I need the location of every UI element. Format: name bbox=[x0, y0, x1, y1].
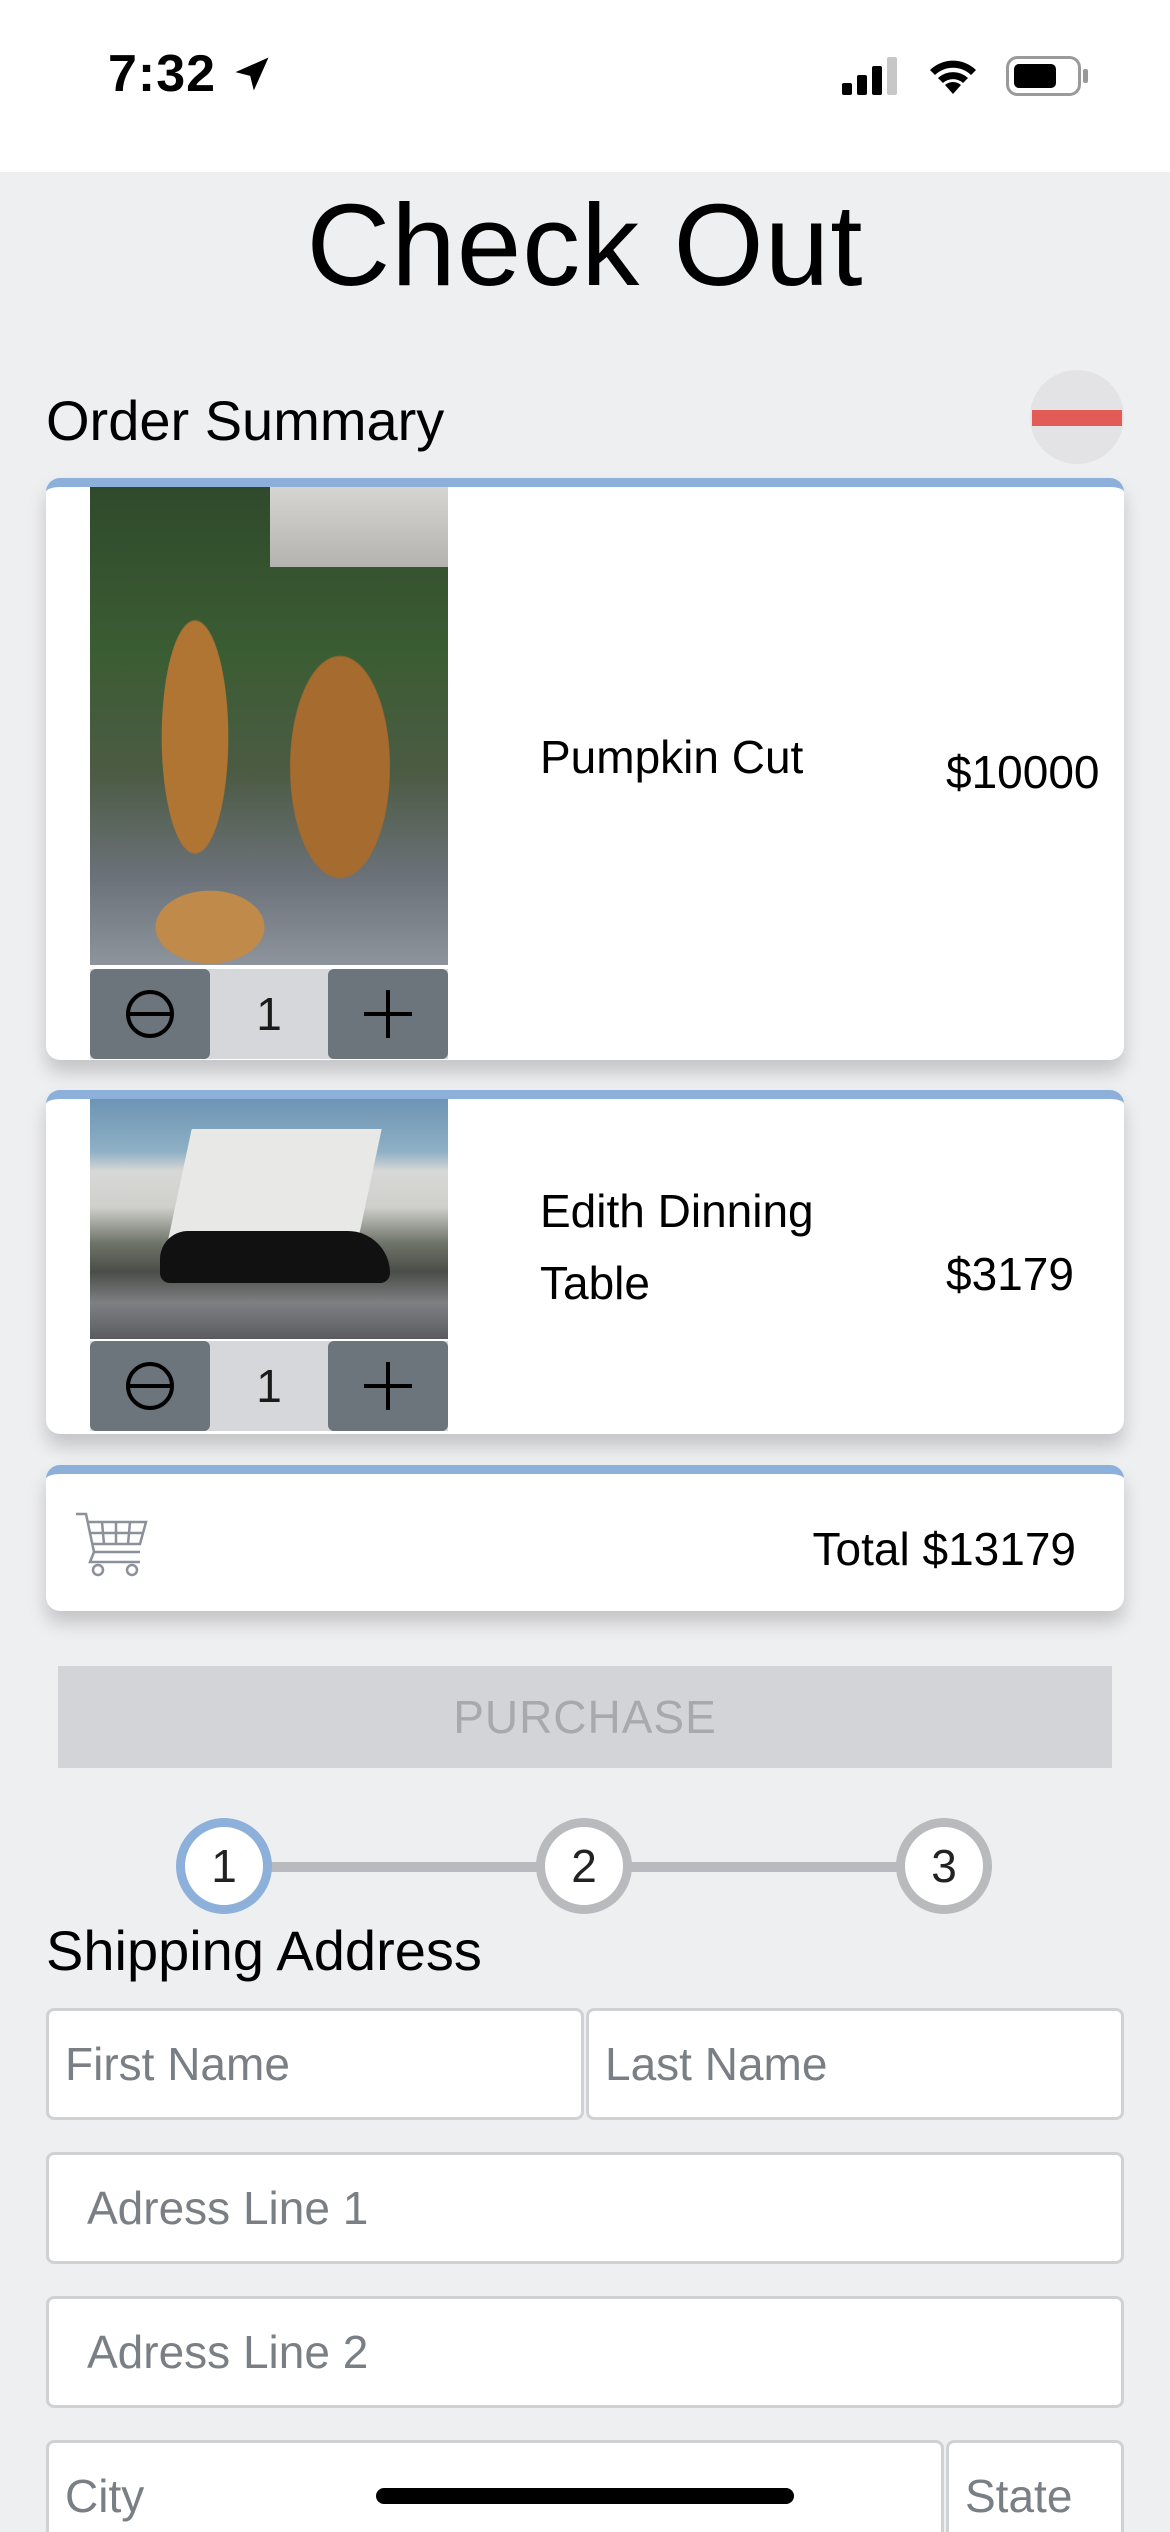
clock-text: 7:32 bbox=[108, 45, 217, 103]
product-price: $10000 bbox=[946, 746, 1100, 798]
step-1[interactable]: 1 bbox=[176, 1818, 272, 1914]
cart-icon bbox=[76, 1512, 148, 1577]
minus-circle-icon bbox=[126, 1362, 174, 1410]
battery-icon bbox=[1006, 56, 1088, 96]
address-line-1-field[interactable]: Adress Line 1 bbox=[46, 2152, 1124, 2264]
status-bar: 7:32 bbox=[0, 0, 1170, 172]
product-price: $3179 bbox=[946, 1248, 1074, 1300]
decrease-quantity-button[interactable] bbox=[90, 1341, 210, 1431]
stepper-connector bbox=[630, 1862, 910, 1872]
order-summary-heading: Order Summary bbox=[46, 389, 445, 452]
shipping-address-heading: Shipping Address bbox=[46, 1919, 482, 1982]
order-total-card: Total $13179 bbox=[46, 1465, 1124, 1611]
product-image bbox=[90, 1099, 448, 1339]
collapse-order-button[interactable] bbox=[1030, 370, 1124, 464]
purchase-button[interactable]: PURCHASE bbox=[58, 1666, 1112, 1768]
last-name-field[interactable]: Last Name bbox=[586, 2008, 1124, 2120]
page-title: Check Out bbox=[306, 180, 864, 310]
minus-circle-icon bbox=[126, 990, 174, 1038]
stepper-connector bbox=[270, 1862, 550, 1872]
cart-item-card: 1 Edith Dinning Table $3179 bbox=[46, 1090, 1124, 1434]
city-field[interactable]: City bbox=[46, 2440, 944, 2532]
product-name: Edith Dinning Table bbox=[540, 1185, 814, 1309]
product-name: Pumpkin Cut bbox=[540, 731, 804, 783]
step-3[interactable]: 3 bbox=[896, 1818, 992, 1914]
status-indicators bbox=[842, 56, 1090, 96]
step-2[interactable]: 2 bbox=[536, 1818, 632, 1914]
home-indicator[interactable] bbox=[376, 2488, 794, 2504]
increase-quantity-button[interactable] bbox=[328, 969, 448, 1059]
first-name-field[interactable]: First Name bbox=[46, 2008, 584, 2120]
location-arrow-icon bbox=[235, 57, 269, 91]
increase-quantity-button[interactable] bbox=[328, 1341, 448, 1431]
decrease-quantity-button[interactable] bbox=[90, 969, 210, 1059]
address-line-2-field[interactable]: Adress Line 2 bbox=[46, 2296, 1124, 2408]
quantity-stepper: 1 bbox=[90, 969, 448, 1059]
plus-icon bbox=[364, 1362, 412, 1410]
plus-icon bbox=[364, 990, 412, 1038]
checkout-stepper: 1 2 3 bbox=[0, 1818, 1170, 1918]
status-time: 7:32 bbox=[108, 44, 274, 104]
order-total: Total $13179 bbox=[812, 1523, 1076, 1575]
quantity-stepper: 1 bbox=[90, 1341, 448, 1431]
product-image bbox=[90, 487, 448, 965]
signal-icon bbox=[842, 57, 897, 95]
cart-item-card: 1 Pumpkin Cut $10000 bbox=[46, 478, 1124, 1060]
quantity-value: 1 bbox=[256, 1360, 282, 1412]
state-field[interactable]: State bbox=[946, 2440, 1124, 2532]
quantity-value: 1 bbox=[256, 988, 282, 1040]
wifi-icon bbox=[930, 60, 976, 94]
